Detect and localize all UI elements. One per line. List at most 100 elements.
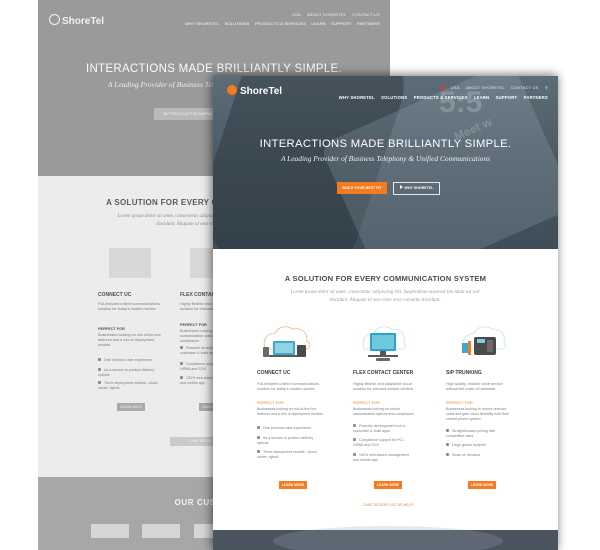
- column-title: CONNECT UC: [98, 292, 132, 298]
- play-icon: [399, 185, 403, 189]
- feature-icon: [353, 438, 356, 441]
- feature-text: One common user experience: [104, 358, 153, 362]
- help-link[interactable]: CANT DECIDE? LET US HELP: [361, 501, 415, 509]
- column-title: FLEX CONTACT CENTER: [353, 370, 414, 376]
- feature-item: Straightforward pricing with competitive…: [446, 429, 508, 438]
- column-text: Full-featured unified communications sol…: [257, 382, 320, 392]
- connect-uc-illustration: [263, 326, 311, 357]
- util-link-contact[interactable]: CONTACT US: [352, 12, 380, 17]
- column-text: Full-featured unified communications sol…: [98, 302, 161, 312]
- nav-support[interactable]: SUPPORT: [496, 95, 518, 100]
- section-text: Lorem ipsum dolor sit amet, consectetur …: [290, 290, 480, 303]
- feature-item: Compliance support for PCI, HIPAA and SO…: [353, 438, 415, 447]
- perfect-for-text: Businesses looking for robust customizat…: [353, 407, 414, 416]
- feature-item: Three deployment models - cloud, onsite,…: [98, 381, 160, 390]
- flag-icon: [439, 86, 445, 89]
- feature-item: Three deployment models - cloud, onsite,…: [257, 450, 319, 459]
- logo-icon: [227, 85, 237, 95]
- feature-item: Large global footprint: [446, 443, 508, 448]
- hero-title: INTERACTIONS MADE BRILLIANTLY SIMPLE.: [85, 63, 343, 75]
- feature-item: 100% web-based management and mobile app: [353, 453, 415, 462]
- util-link-usa[interactable]: USA: [292, 12, 301, 17]
- build-best-fit-button[interactable]: BUILD YOUR BEST FIT: [337, 182, 387, 194]
- logo-text: ShoreTel: [62, 16, 105, 27]
- perfect-for-label: PERFECT FOR: [446, 401, 473, 405]
- feature-icon: [98, 358, 101, 361]
- feature-icon: [446, 429, 449, 432]
- why-shoretel-button[interactable]: WHY SHORETEL: [393, 182, 440, 195]
- perfect-for-text: Businesses looking for out-of-the-box fe…: [257, 407, 323, 416]
- column-title: SIP TRUNKING: [446, 370, 482, 376]
- feature-icon: [446, 453, 449, 456]
- feature-text: Three deployment models - cloud, onsite,…: [98, 381, 159, 390]
- util-link-about[interactable]: ABOUT SHORETEL: [466, 85, 505, 90]
- learn-more-button[interactable]: LEARN MORE: [374, 481, 402, 489]
- learn-more-button[interactable]: LEARN MORE: [468, 481, 496, 489]
- feature-text: Three deployment models - cloud, onsite,…: [257, 450, 318, 459]
- feature-icon: [180, 346, 183, 349]
- feature-icon: [257, 436, 260, 439]
- feature-text: As a service or product delivery options: [257, 436, 314, 445]
- nav-why[interactable]: WHY SHORETEL: [185, 21, 219, 26]
- util-link-about[interactable]: ABOUT SHORETEL: [307, 12, 346, 17]
- nav-products[interactable]: PRODUCTS & SERVICES: [255, 21, 306, 26]
- logo-text: ShoreTel: [240, 86, 283, 97]
- customers-band: [213, 526, 558, 550]
- nav-solutions[interactable]: SOLUTIONS: [381, 95, 407, 100]
- band-glow: [273, 526, 503, 550]
- feature-item: Powerful development tool to customize &…: [353, 424, 415, 433]
- feature-item: Scale on demand: [446, 453, 508, 458]
- hero-subtitle: A Leading Provider of Business Telephony…: [280, 154, 491, 163]
- learn-more-button[interactable]: LEARN MORE: [279, 481, 307, 489]
- logo-icon: [49, 14, 60, 25]
- perfect-for-text: Businesses looking to reduce telecom cos…: [446, 407, 509, 421]
- feature-icon: [257, 426, 260, 429]
- nav-partners[interactable]: PARTNERS: [357, 21, 380, 26]
- column-title: CONNECT UC: [257, 370, 291, 376]
- column-text: Highly flexible and adaptable cloud solu…: [353, 382, 413, 392]
- util-link-contact[interactable]: CONTACT US: [511, 85, 539, 90]
- nav-learn[interactable]: LEARN: [311, 21, 325, 26]
- util-link-label: USA: [450, 85, 460, 90]
- util-link-usa[interactable]: USA: [435, 85, 460, 90]
- sip-trunking-illustration: [462, 326, 506, 355]
- design-page: 5:5 Meet w ShoreTel USA ABOUT SHORETEL C…: [213, 76, 558, 550]
- perfect-for-label: PERFECT FOR: [180, 323, 207, 327]
- nav-solutions[interactable]: SOLUTIONS: [225, 21, 250, 26]
- nav-partners[interactable]: PARTNERS: [524, 95, 548, 100]
- feature-icon: [180, 376, 183, 379]
- feature-icon: [98, 368, 101, 371]
- feature-icon: [353, 453, 356, 456]
- util-links: USA ABOUT SHORETEL CONTACT US ⚲: [430, 85, 548, 90]
- feature-icon: [257, 450, 260, 453]
- feature-text: 100% web-based management and mobile app: [353, 453, 409, 462]
- hero-title: INTERACTIONS MADE BRILLIANTLY SIMPLE.: [259, 138, 512, 150]
- nav-why[interactable]: WHY SHORETEL: [339, 95, 375, 100]
- nav-support[interactable]: SUPPORT: [331, 21, 352, 26]
- main-nav: WHY SHORETEL SOLUTIONS PRODUCTS & SERVIC…: [334, 95, 548, 100]
- feature-item: One common user experience: [98, 358, 160, 363]
- wireframe-logo[interactable]: ShoreTel: [49, 14, 104, 27]
- feature-text: Straightforward pricing with competitive…: [446, 429, 496, 438]
- learn-more-button[interactable]: LEARN MORE: [117, 403, 145, 411]
- nav-learn[interactable]: LEARN: [474, 95, 489, 100]
- image-placeholder: [109, 248, 151, 278]
- feature-text: Scale on demand: [452, 453, 480, 457]
- perfect-for-text: Businesses looking for out-of-the-box fe…: [98, 333, 161, 348]
- column-text: High quality, reliable voice service wit…: [446, 382, 503, 392]
- search-icon[interactable]: ⚲: [545, 85, 548, 90]
- perfect-for-label: PERFECT FOR: [353, 401, 380, 405]
- feature-text: One common user experience: [263, 426, 312, 430]
- feature-icon: [180, 362, 183, 365]
- customer-logo-placeholder: [142, 524, 180, 538]
- feature-icon: [98, 381, 101, 384]
- feature-item: As a service or product delivery options: [257, 436, 319, 445]
- wireframe-util-links: USA ABOUT SHORETEL CONTACT US: [287, 12, 380, 17]
- feature-item: One common user experience: [257, 426, 319, 431]
- feature-text: Large global footprint: [452, 443, 486, 447]
- nav-products[interactable]: PRODUCTS & SERVICES: [414, 95, 468, 100]
- perfect-for-label: PERFECT FOR: [98, 327, 125, 331]
- logo[interactable]: ShoreTel: [227, 85, 282, 97]
- contact-center-illustration: [362, 326, 406, 361]
- feature-item: As a service or product delivery options: [98, 368, 160, 377]
